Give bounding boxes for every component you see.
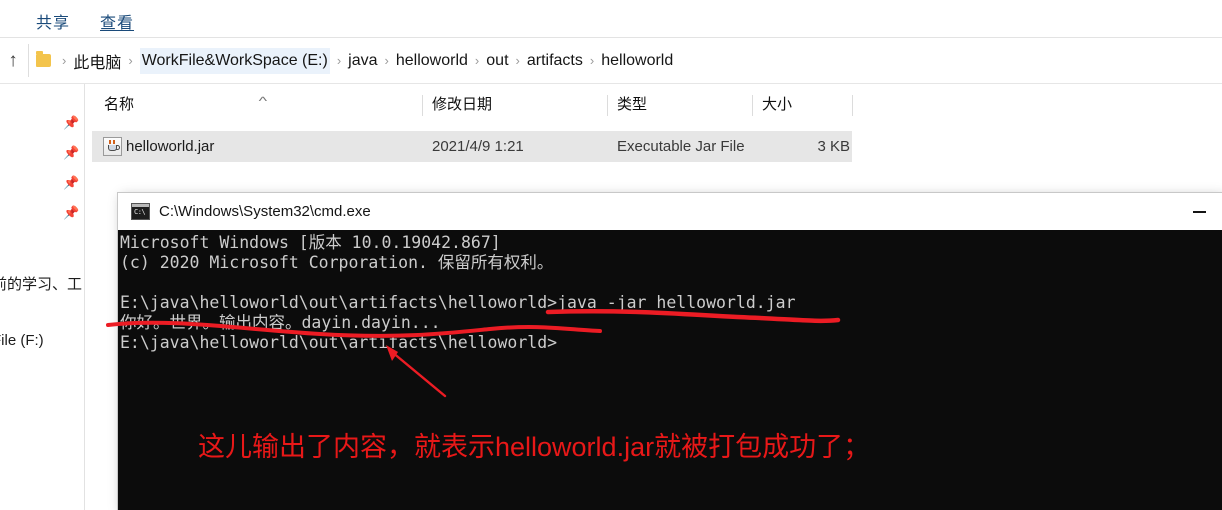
- ribbon-tab-bar: 共享 查看: [0, 0, 1222, 38]
- minimize-icon: [1192, 210, 1206, 213]
- column-header-date-label: 修改日期: [432, 96, 493, 113]
- pin-icon[interactable]: 📌: [63, 176, 79, 189]
- breadcrumb-item-artifacts[interactable]: artifacts: [527, 52, 583, 70]
- address-bar: ↑ › 此电脑 › WorkFile&WorkSpace (E:) › java…: [0, 38, 1222, 84]
- pin-icon[interactable]: 📌: [63, 146, 79, 159]
- breadcrumb-separator: ›: [589, 53, 595, 68]
- column-divider: [422, 95, 423, 116]
- breadcrumb-separator: ›: [62, 53, 67, 68]
- file-list-header: 名称 ^ 修改日期 类型 大小: [92, 92, 1222, 122]
- console-line-command: E:\java\helloworld\out\artifacts\hellowo…: [120, 293, 796, 312]
- cmd-window: C:\ C:\Windows\System32\cmd.exe Microsof…: [118, 193, 1222, 510]
- breadcrumb-item-out[interactable]: out: [486, 52, 508, 70]
- column-divider: [607, 95, 608, 116]
- console-line-prompt: E:\java\helloworld\out\artifacts\hellowo…: [120, 333, 558, 352]
- console-line-copyright: (c) 2020 Microsoft Corporation. 保留所有权利。: [120, 253, 554, 272]
- pin-icon[interactable]: 📌: [63, 206, 79, 219]
- column-header-date[interactable]: 修改日期: [422, 92, 607, 122]
- breadcrumb-item-helloworld-2[interactable]: helloworld: [601, 52, 673, 70]
- breadcrumb-item-this-pc[interactable]: 此电脑: [73, 49, 121, 73]
- tab-view[interactable]: 查看: [100, 9, 134, 33]
- up-arrow-icon[interactable]: ↑: [4, 50, 22, 72]
- breadcrumb-separator: ›: [384, 53, 389, 68]
- console-line-version: Microsoft Windows [版本 10.0.19042.867]: [120, 233, 501, 252]
- nav-item-study[interactable]: 前的学习、工: [0, 273, 82, 294]
- minimize-button[interactable]: [1176, 193, 1222, 230]
- tab-share[interactable]: 共享: [36, 9, 70, 33]
- column-header-end: [852, 92, 854, 122]
- breadcrumb-item-drive-e[interactable]: WorkFile&WorkSpace (E:): [139, 47, 330, 74]
- column-header-size-label: 大小: [762, 96, 793, 113]
- cmd-title-bar[interactable]: C:\ C:\Windows\System32\cmd.exe: [118, 193, 1222, 230]
- breadcrumb-item-helloworld[interactable]: helloworld: [396, 52, 468, 70]
- breadcrumb-separator: ›: [128, 53, 133, 68]
- file-size: 3 KB: [817, 138, 850, 155]
- column-divider: [752, 95, 753, 116]
- column-header-type-label: 类型: [617, 96, 648, 113]
- folder-icon: [36, 51, 51, 67]
- cmd-title-text: C:\Windows\System32\cmd.exe: [159, 203, 371, 220]
- cmd-icon: C:\: [131, 203, 150, 220]
- file-date: 2021/4/9 1:21: [432, 138, 524, 155]
- breadcrumb-item-java[interactable]: java: [348, 52, 377, 70]
- column-header-size[interactable]: 大小: [752, 92, 852, 122]
- file-name: helloworld.jar: [126, 138, 215, 155]
- sort-ascending-icon: ^: [258, 94, 268, 108]
- column-header-type[interactable]: 类型: [607, 92, 752, 122]
- jar-file-icon: [103, 137, 122, 156]
- column-header-name-label: 名称: [104, 96, 135, 113]
- pin-icon[interactable]: 📌: [63, 116, 79, 129]
- jar-icon-steam: [109, 140, 115, 144]
- console-output[interactable]: Microsoft Windows [版本 10.0.19042.867] (c…: [118, 230, 1222, 510]
- navigation-pane: 📌 📌 📌 📌 前的学习、工 File (F:) e t: [0, 84, 85, 510]
- file-type: Executable Jar File: [617, 138, 745, 155]
- cmd-icon-prompt: C:\: [134, 208, 146, 216]
- breadcrumb-separator: ›: [515, 53, 520, 68]
- table-row[interactable]: helloworld.jar 2021/4/9 1:21 Executable …: [92, 131, 852, 162]
- breadcrumb-separator: ›: [474, 53, 480, 68]
- annotation-label: 这儿输出了内容，就表示helloworld.jar就被打包成功了；: [198, 432, 871, 462]
- console-line-program-output: 你好。世界。输出内容。dayin.dayin...: [120, 313, 441, 332]
- breadcrumb-separator: ›: [336, 53, 342, 68]
- nav-item-drive-f[interactable]: File (F:): [0, 332, 44, 349]
- jar-icon-cup: [108, 145, 120, 151]
- column-divider: [852, 95, 853, 116]
- breadcrumb[interactable]: › 此电脑 › WorkFile&WorkSpace (E:) › java ›…: [28, 44, 1222, 77]
- column-header-name[interactable]: 名称 ^: [92, 92, 422, 122]
